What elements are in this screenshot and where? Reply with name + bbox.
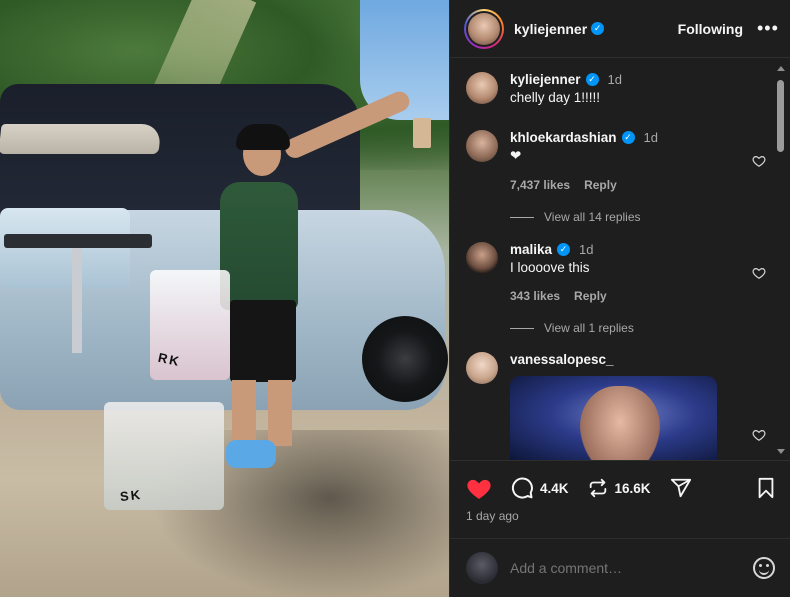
comment-time[interactable]: 1d: [644, 130, 658, 145]
share-button[interactable]: [669, 477, 693, 499]
view-replies-button[interactable]: View all 14 replies: [510, 210, 641, 224]
bookmark-icon: [758, 477, 774, 499]
list-item: vanessalopesc_: [466, 352, 766, 441]
avatar[interactable]: [468, 12, 500, 45]
avatar[interactable]: [466, 242, 498, 274]
photo-person-tank: [220, 182, 298, 310]
photo-person-hat: [236, 124, 290, 150]
comment-text: I loooove this: [510, 260, 590, 275]
verified-icon: ✓: [585, 73, 599, 86]
photo-person-shorts: [230, 300, 296, 382]
heart-filled-icon: [467, 479, 491, 499]
comment-username[interactable]: malika: [510, 242, 552, 257]
repost-icon: [589, 478, 606, 498]
comment-icon: [511, 477, 533, 499]
photo-bag-text-2: SK: [119, 486, 143, 505]
comment-username[interactable]: khloekardashian: [510, 130, 617, 145]
like-comment-icon[interactable]: [752, 266, 766, 280]
comment-likes[interactable]: 343 likes: [510, 289, 560, 303]
add-comment-bar: [450, 538, 790, 597]
list-item: khloekardashian ✓ 1d ❤ 7,437 likes Reply: [466, 130, 766, 192]
scrollbar[interactable]: [775, 64, 785, 456]
view-replies-label[interactable]: View all 1 replies: [544, 321, 634, 335]
photo-cart-table: [4, 234, 152, 248]
share-icon: [670, 478, 691, 498]
gif-face: [580, 386, 660, 460]
view-replies-button[interactable]: View all 1 replies: [510, 321, 634, 335]
save-button[interactable]: [756, 477, 776, 499]
like-button[interactable]: [466, 476, 492, 500]
photo-cup: [413, 118, 431, 148]
repost-button[interactable]: 16.6K: [587, 477, 651, 499]
comment-username[interactable]: vanessalopesc_: [510, 352, 614, 367]
view-replies-label[interactable]: View all 14 replies: [544, 210, 641, 224]
list-item: malika ✓ 1d I loooove this 343 likes Rep…: [466, 242, 766, 303]
verified-icon: ✓: [621, 131, 635, 144]
photo-cart-seat: [0, 208, 130, 288]
like-comment-icon[interactable]: [752, 428, 766, 442]
post-sidebar: kyliejenner ✓ Following ••• kyliejenner …: [449, 0, 790, 597]
verified-icon: ✓: [557, 243, 571, 256]
comment-gif[interactable]: [510, 376, 717, 460]
photo-cart-roof: [0, 124, 162, 154]
post-header: kyliejenner ✓ Following •••: [450, 0, 790, 58]
comment-time[interactable]: 1d: [579, 242, 593, 257]
action-bar: 4.4K 16.6K 1 day ago: [450, 460, 790, 538]
reply-button[interactable]: Reply: [584, 178, 617, 192]
like-comment-icon[interactable]: [752, 154, 766, 168]
comment-text: ❤: [510, 148, 522, 163]
verified-icon: ✓: [591, 22, 605, 35]
comment-button[interactable]: 4.4K: [510, 476, 569, 500]
post-photo[interactable]: RK SK: [0, 0, 449, 597]
comment-text: chelly day 1!!!!!: [510, 90, 601, 105]
photo-cart-pole: [72, 248, 82, 353]
replies-divider: [510, 327, 534, 329]
post-timestamp[interactable]: 1 day ago: [466, 509, 519, 523]
scroll-down-arrow-icon[interactable]: [777, 449, 785, 454]
photo-wheel: [362, 316, 448, 402]
comment-time[interactable]: 1d: [608, 72, 622, 87]
comment-input[interactable]: [510, 560, 753, 576]
avatar: [466, 552, 498, 584]
author-username[interactable]: kyliejenner ✓: [514, 21, 605, 37]
photo-person-legs: [232, 380, 292, 446]
more-options-icon[interactable]: •••: [757, 18, 778, 39]
avatar[interactable]: [466, 130, 498, 162]
avatar[interactable]: [466, 352, 498, 384]
reposts-count: 16.6K: [614, 480, 651, 496]
replies-divider: [510, 216, 534, 218]
story-ring[interactable]: [464, 8, 504, 49]
comment-likes[interactable]: 7,437 likes: [510, 178, 570, 192]
scrollbar-thumb[interactable]: [777, 80, 784, 152]
comment-username[interactable]: kyliejenner: [510, 72, 581, 87]
photo-shoes: [226, 440, 276, 468]
reply-button[interactable]: Reply: [574, 289, 607, 303]
scroll-up-arrow-icon[interactable]: [777, 66, 785, 71]
comments-count: 4.4K: [540, 480, 569, 496]
avatar[interactable]: [466, 72, 498, 104]
following-button[interactable]: Following: [678, 21, 743, 37]
caption: kyliejenner ✓ 1d chelly day 1!!!!!: [466, 72, 766, 105]
emoji-icon[interactable]: [753, 557, 775, 579]
comments-list[interactable]: kyliejenner ✓ 1d chelly day 1!!!!! khloe…: [450, 58, 790, 460]
author-username-label[interactable]: kyliejenner: [514, 21, 587, 37]
post-modal: RK SK kyliejenner ✓ Following ••• kyliej…: [0, 0, 790, 597]
